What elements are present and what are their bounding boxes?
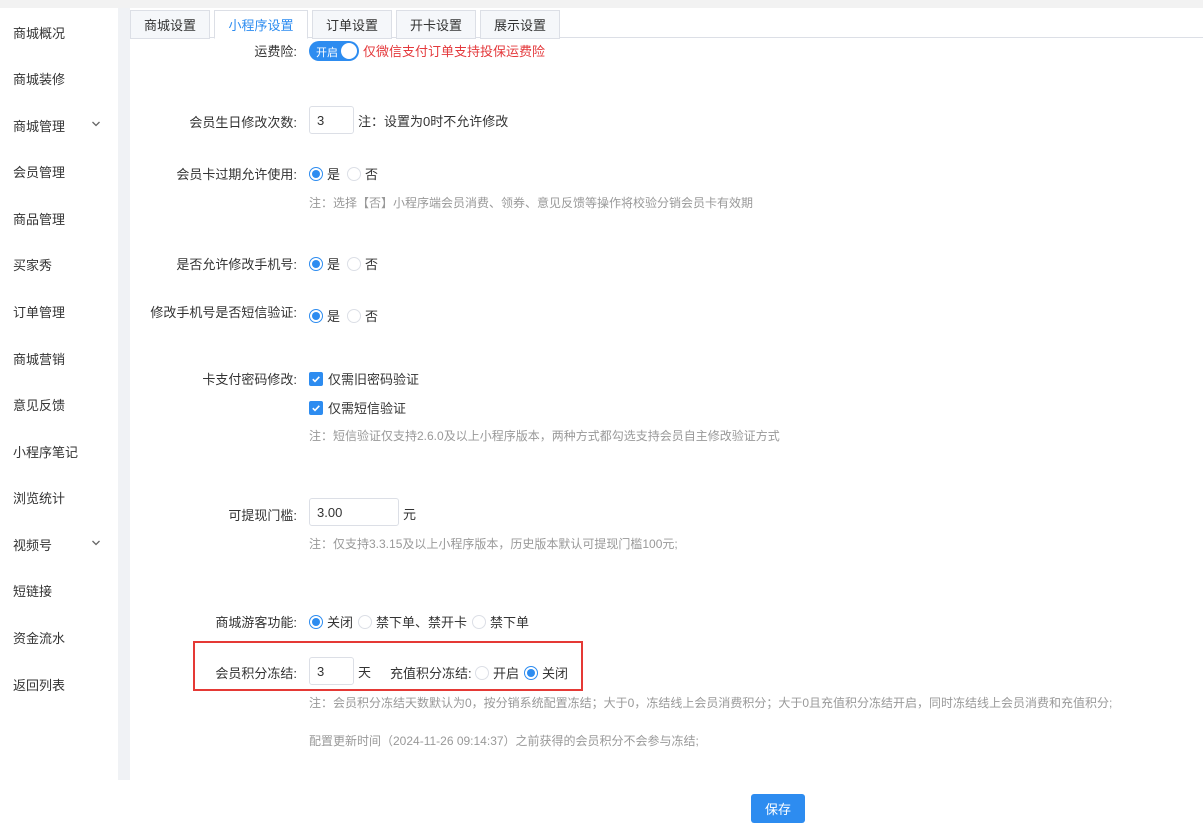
points-freeze-days-input[interactable] [309, 657, 354, 685]
phone-sms-no-radio[interactable]: 否 [347, 306, 378, 325]
tab-mall-settings[interactable]: 商城设置 [130, 10, 210, 39]
radio-dot [524, 665, 538, 680]
shipping-insurance-switch[interactable]: 开启 [309, 41, 359, 61]
switch-on-text: 开启 [316, 47, 338, 59]
guest-mode-no-order-card-radio[interactable]: 禁下单、禁开卡 [358, 612, 467, 631]
settings-tabs: 商城设置 小程序设置 订单设置 开卡设置 展示设置 [130, 10, 1203, 39]
sidebar-item-products[interactable]: 商品管理 [0, 198, 118, 238]
check-icon [309, 371, 323, 386]
phone-change-label: 是否允许修改手机号: [176, 257, 297, 272]
sidebar-item-buyer-show[interactable]: 买家秀 [0, 244, 118, 284]
radio-dot [347, 166, 361, 181]
card-expired-label: 会员卡过期允许使用: [176, 167, 297, 182]
phone-sms-verify-label: 修改手机号是否短信验证: [150, 305, 297, 320]
card-expired-no-radio[interactable]: 否 [347, 164, 378, 183]
radio-dot [309, 166, 323, 181]
sidebar-item-channels[interactable]: 视频号 [0, 524, 118, 564]
radio-dot [309, 614, 323, 629]
chevron-down-icon [92, 121, 100, 127]
sidebar-item-orders[interactable]: 订单管理 [0, 291, 118, 331]
guest-mode-label: 商城游客功能: [215, 615, 297, 630]
radio-dot [347, 308, 361, 323]
guest-mode-off-radio[interactable]: 关闭 [309, 612, 353, 631]
tab-miniprogram-settings[interactable]: 小程序设置 [214, 10, 308, 39]
shipping-insurance-hint: 仅微信支付订单支持投保运费险 [363, 44, 546, 59]
recharge-freeze-off-radio[interactable]: 关闭 [524, 663, 568, 682]
withdraw-threshold-input[interactable] [309, 498, 399, 526]
recharge-freeze-on-radio[interactable]: 开启 [475, 663, 519, 682]
phone-change-yes-radio[interactable]: 是 [309, 254, 340, 273]
withdraw-threshold-note: 注：仅支持3.3.15及以上小程序版本，历史版本默认可提现门槛100元; [309, 537, 678, 551]
phone-sms-yes-radio[interactable]: 是 [309, 306, 340, 325]
guest-mode-no-order-radio[interactable]: 禁下单 [472, 612, 529, 631]
birthday-edit-input[interactable] [309, 106, 354, 134]
radio-dot [309, 256, 323, 271]
switch-knob [341, 43, 357, 59]
withdraw-unit: 元 [403, 507, 417, 522]
sidebar: 商城概况 商城装修 商城管理 会员管理 商品管理 买家秀 订单管理 商城营销 意… [0, 8, 118, 780]
card-pwd-label: 卡支付密码修改: [202, 372, 297, 387]
radio-dot [475, 665, 489, 680]
shipping-insurance-label: 运费险: [254, 44, 297, 59]
card-pwd-note: 注：短信验证仅支持2.6.0及以上小程序版本，两种方式都勾选支持会员自主修改验证… [309, 429, 780, 443]
sidebar-item-overview[interactable]: 商城概况 [0, 12, 118, 52]
sidebar-item-stats[interactable]: 浏览统计 [0, 477, 118, 517]
points-freeze-update-note: 配置更新时间（2024-11-26 09:14:37）之前获得的会员积分不会参与… [309, 734, 699, 748]
save-button[interactable]: 保存 [751, 794, 805, 823]
birthday-edit-label: 会员生日修改次数: [189, 115, 297, 130]
tab-order-settings[interactable]: 订单设置 [312, 10, 392, 39]
old-password-checkbox[interactable]: 仅需旧密码验证 [309, 369, 419, 388]
radio-dot [358, 614, 372, 629]
birthday-edit-note: 注：设置为0时不允许修改 [358, 114, 509, 129]
recharge-freeze-label: 充值积分冻结: [390, 666, 472, 681]
radio-dot [347, 256, 361, 271]
sidebar-item-decoration[interactable]: 商城装修 [0, 58, 118, 98]
card-expired-note: 注：选择【否】小程序端会员消费、领券、意见反馈等操作将校验分销会员卡有效期 [309, 196, 754, 210]
top-strip [0, 0, 1203, 8]
points-freeze-label: 会员积分冻结: [215, 666, 297, 681]
withdraw-threshold-label: 可提现门槛: [228, 508, 297, 523]
tab-card-settings[interactable]: 开卡设置 [396, 10, 476, 39]
points-freeze-unit: 天 [358, 665, 372, 680]
radio-dot [309, 308, 323, 323]
card-expired-yes-radio[interactable]: 是 [309, 164, 340, 183]
sidebar-item-shortlinks[interactable]: 短链接 [0, 570, 118, 610]
radio-dot [472, 614, 486, 629]
sidebar-item-notes[interactable]: 小程序笔记 [0, 431, 118, 471]
sidebar-item-back-to-list[interactable]: 返回列表 [0, 664, 118, 704]
sidebar-item-cashflow[interactable]: 资金流水 [0, 617, 118, 657]
sidebar-item-marketing[interactable]: 商城营销 [0, 338, 118, 378]
phone-change-no-radio[interactable]: 否 [347, 254, 378, 273]
points-freeze-note: 注：会员积分冻结天数默认为0，按分销系统配置冻结；大于0，冻结线上会员消费积分；… [309, 696, 1113, 710]
sidebar-item-members[interactable]: 会员管理 [0, 151, 118, 191]
sms-verify-checkbox[interactable]: 仅需短信验证 [309, 398, 406, 417]
check-icon [309, 400, 323, 415]
sidebar-item-mall-manage[interactable]: 商城管理 [0, 105, 118, 145]
chevron-down-icon [92, 540, 100, 546]
tab-display-settings[interactable]: 展示设置 [480, 10, 560, 39]
sidebar-item-feedback[interactable]: 意见反馈 [0, 384, 118, 424]
